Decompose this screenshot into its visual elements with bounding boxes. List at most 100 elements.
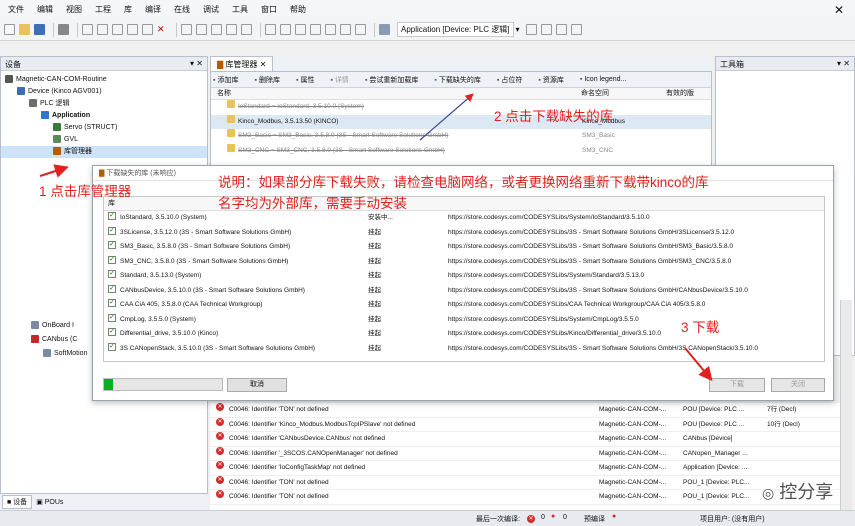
library-checkbox[interactable]: ✓ (108, 270, 116, 278)
library-button-7[interactable]: ▪ 资源库 (538, 75, 571, 85)
stop-icon[interactable] (325, 24, 336, 35)
library-button-2[interactable]: ▪ 属性 (296, 75, 322, 85)
dialog-library-row[interactable]: ✓ SM3_Basic, 3.5.8.0 (3S - Smart Software… (104, 240, 824, 255)
menu-item-6[interactable]: 在线 (174, 4, 190, 15)
login-icon[interactable] (280, 24, 291, 35)
error-icon: ✕ (216, 475, 224, 484)
library-checkbox[interactable]: ✓ (108, 299, 116, 307)
step-out-icon[interactable] (555, 24, 567, 35)
tree-item[interactable]: 库管理器 (1, 146, 207, 158)
library-row[interactable]: SM3_Basic = SM3_Basic, 3.5.8.0 (3S - Sma… (211, 129, 711, 144)
library-checkbox[interactable]: ✓ (108, 212, 116, 220)
tab-pous[interactable]: ▣ POUs (32, 497, 67, 507)
library-checkbox[interactable]: ✓ (108, 226, 116, 235)
message-row[interactable]: ✕ C0046: Identifier 'TON' not defined Magn… (210, 475, 840, 490)
copy-icon[interactable] (127, 24, 138, 35)
library-button-5[interactable]: ▪ 下载缺失的库 (434, 75, 488, 85)
dialog-library-row[interactable]: ✓ 3SLicense, 3.5.12.0 (3S - Smart Softwar… (104, 226, 824, 241)
menu-item-8[interactable]: 工具 (232, 4, 248, 15)
library-checkbox[interactable]: ✓ (108, 241, 116, 249)
tab-library-manager[interactable]: ▇ 库管理器 ✕ (210, 56, 274, 72)
library-checkbox[interactable]: ✓ (108, 255, 116, 264)
library-row[interactable]: Kinco_Modbus, 3.5.13.50 (KINCO) Kinco_Mod… (211, 114, 711, 129)
menu-item-7[interactable]: 调试 (203, 4, 219, 15)
library-checkbox[interactable]: ✓ (108, 313, 116, 322)
menu-item-1[interactable]: 编辑 (37, 4, 53, 15)
message-row[interactable]: ✕ C0046: Identifier 'Kinco_Modbus.ModbusT… (210, 417, 840, 432)
dialog-library-row[interactable]: ✓ SM3_CNC, 3.5.8.0 (3S - Smart Software S… (104, 255, 824, 270)
menu-item-9[interactable]: 窗口 (261, 4, 277, 15)
window-close-icon[interactable]: ✕ (834, 3, 844, 17)
gvl-icon (53, 135, 61, 144)
dialog-library-row[interactable]: ✓ 3S CANopenStack, 3.5.10.0 (3S - Smart S… (104, 342, 824, 357)
dialog-library-row[interactable]: ✓ CAA CiA 405, 3.5.8.0 (CAA Technical Wor… (104, 298, 824, 313)
pin-icon[interactable]: ▾ ✕ (190, 59, 203, 68)
breakpoint-icon[interactable] (525, 24, 537, 35)
cut-icon[interactable] (112, 24, 123, 35)
library-row[interactable]: IoStandard = IoStandard, 3.5.10.0 (Syste… (211, 100, 711, 115)
logout-icon[interactable] (295, 24, 306, 35)
close-tab-icon[interactable]: ✕ (260, 60, 267, 69)
menu-item-5[interactable]: 编译 (145, 4, 161, 15)
download-button[interactable]: 下载 (709, 378, 765, 392)
message-row[interactable]: ✕ C0046: Identifier 'TON' not defined Magn… (210, 403, 840, 418)
message-row[interactable]: ✕ C0046: Identifier '_3SCOS.CANOpenManage… (210, 446, 840, 461)
library-button-1[interactable]: ▪ 删除库 (254, 75, 287, 85)
library-button-8[interactable]: ▪ Icon legend... (580, 76, 635, 83)
toolbox-controls-icon[interactable]: ▾ ✕ (837, 59, 850, 68)
library-checkbox[interactable]: ✓ (108, 328, 116, 336)
message-row[interactable]: ✕ C0046: Identifier 'CANbusDevice.CANbus'… (210, 432, 840, 447)
chevron-down-icon[interactable]: ▾ (516, 25, 520, 34)
library-button-0[interactable]: ▪ 添加库 (213, 75, 246, 85)
message-row[interactable]: ✕ C0046: Identifier 'TON' not defined Magn… (210, 490, 840, 505)
library-checkbox[interactable]: ✓ (108, 284, 116, 293)
library-button-3[interactable]: ▪ 详情 (330, 75, 356, 85)
delete-icon[interactable]: ✕ (157, 24, 168, 35)
undo-icon[interactable] (82, 24, 93, 35)
menu-item-3[interactable]: 工程 (95, 4, 111, 15)
redo-icon[interactable] (97, 24, 108, 35)
dialog-library-row[interactable]: ✓ CANbusDevice, 3.5.10.0 (3S - Smart Soft… (104, 284, 824, 299)
tree-item[interactable]: Servo (STRUCT) (1, 122, 207, 134)
menu-item-10[interactable]: 帮助 (290, 4, 306, 15)
bookmark-next-icon[interactable] (226, 24, 237, 35)
tree-item[interactable]: GVL (1, 134, 207, 146)
tree-item[interactable]: Application (1, 110, 207, 122)
cancel-button[interactable]: 取消 (227, 378, 287, 392)
library-button-4[interactable]: ▪ 尝试重新加载库 (365, 75, 426, 85)
tree-item[interactable]: PLC 逻辑 (1, 98, 207, 110)
message-row[interactable]: ✕ C0046: Identifier 'IoConfigTaskMap' not… (210, 461, 840, 476)
run-icon[interactable] (310, 24, 321, 35)
bookmark-icon[interactable] (211, 24, 222, 35)
replace-icon[interactable] (196, 24, 207, 35)
canbus-icon (31, 335, 39, 344)
step-over-icon[interactable] (540, 24, 552, 35)
library-row[interactable]: SM3_CNC = SM3_CNC, 3.5.8.0 (3S - Smart S… (211, 143, 711, 159)
library-button-6[interactable]: ▪ 占位符 (497, 75, 530, 85)
new-icon[interactable] (4, 24, 15, 35)
compile-icon[interactable] (265, 24, 276, 35)
device-icon[interactable] (379, 24, 390, 35)
library-checkbox[interactable]: ✓ (108, 342, 116, 351)
tree-item-label: Device (Kinco AGV001) (28, 88, 102, 95)
paste-icon[interactable] (142, 24, 153, 35)
dialog-library-name: 3SLicense, 3.5.12.0 (3S - Smart Software… (120, 228, 292, 236)
tab-devices[interactable]: ■ 设备 (2, 495, 33, 509)
menu-item-4[interactable]: 库 (124, 4, 132, 15)
save-icon[interactable] (34, 24, 45, 35)
active-application-select[interactable]: Application [Device: PLC 逻辑] (397, 22, 514, 37)
step-icon[interactable] (340, 24, 351, 35)
step-into-icon[interactable] (355, 24, 366, 35)
dialog-library-row[interactable]: ✓ Standard, 3.5.13.0 (System) 挂起 https://st… (104, 269, 824, 284)
tree-item[interactable]: Device (Kinco AGV001) (1, 86, 207, 98)
bookmark-prev-icon[interactable] (241, 24, 252, 35)
menu-item-2[interactable]: 视图 (66, 4, 82, 15)
print-icon[interactable] (58, 24, 69, 35)
find-icon[interactable] (181, 24, 192, 35)
vertical-scrollbar[interactable] (840, 300, 852, 510)
open-icon[interactable] (19, 24, 30, 35)
watch-icon[interactable] (570, 24, 582, 35)
tree-item[interactable]: Magnetic-CAN-COM-Routine (1, 74, 207, 86)
menu-item-0[interactable]: 文件 (8, 4, 24, 15)
close-button[interactable]: 关闭 (771, 378, 825, 392)
